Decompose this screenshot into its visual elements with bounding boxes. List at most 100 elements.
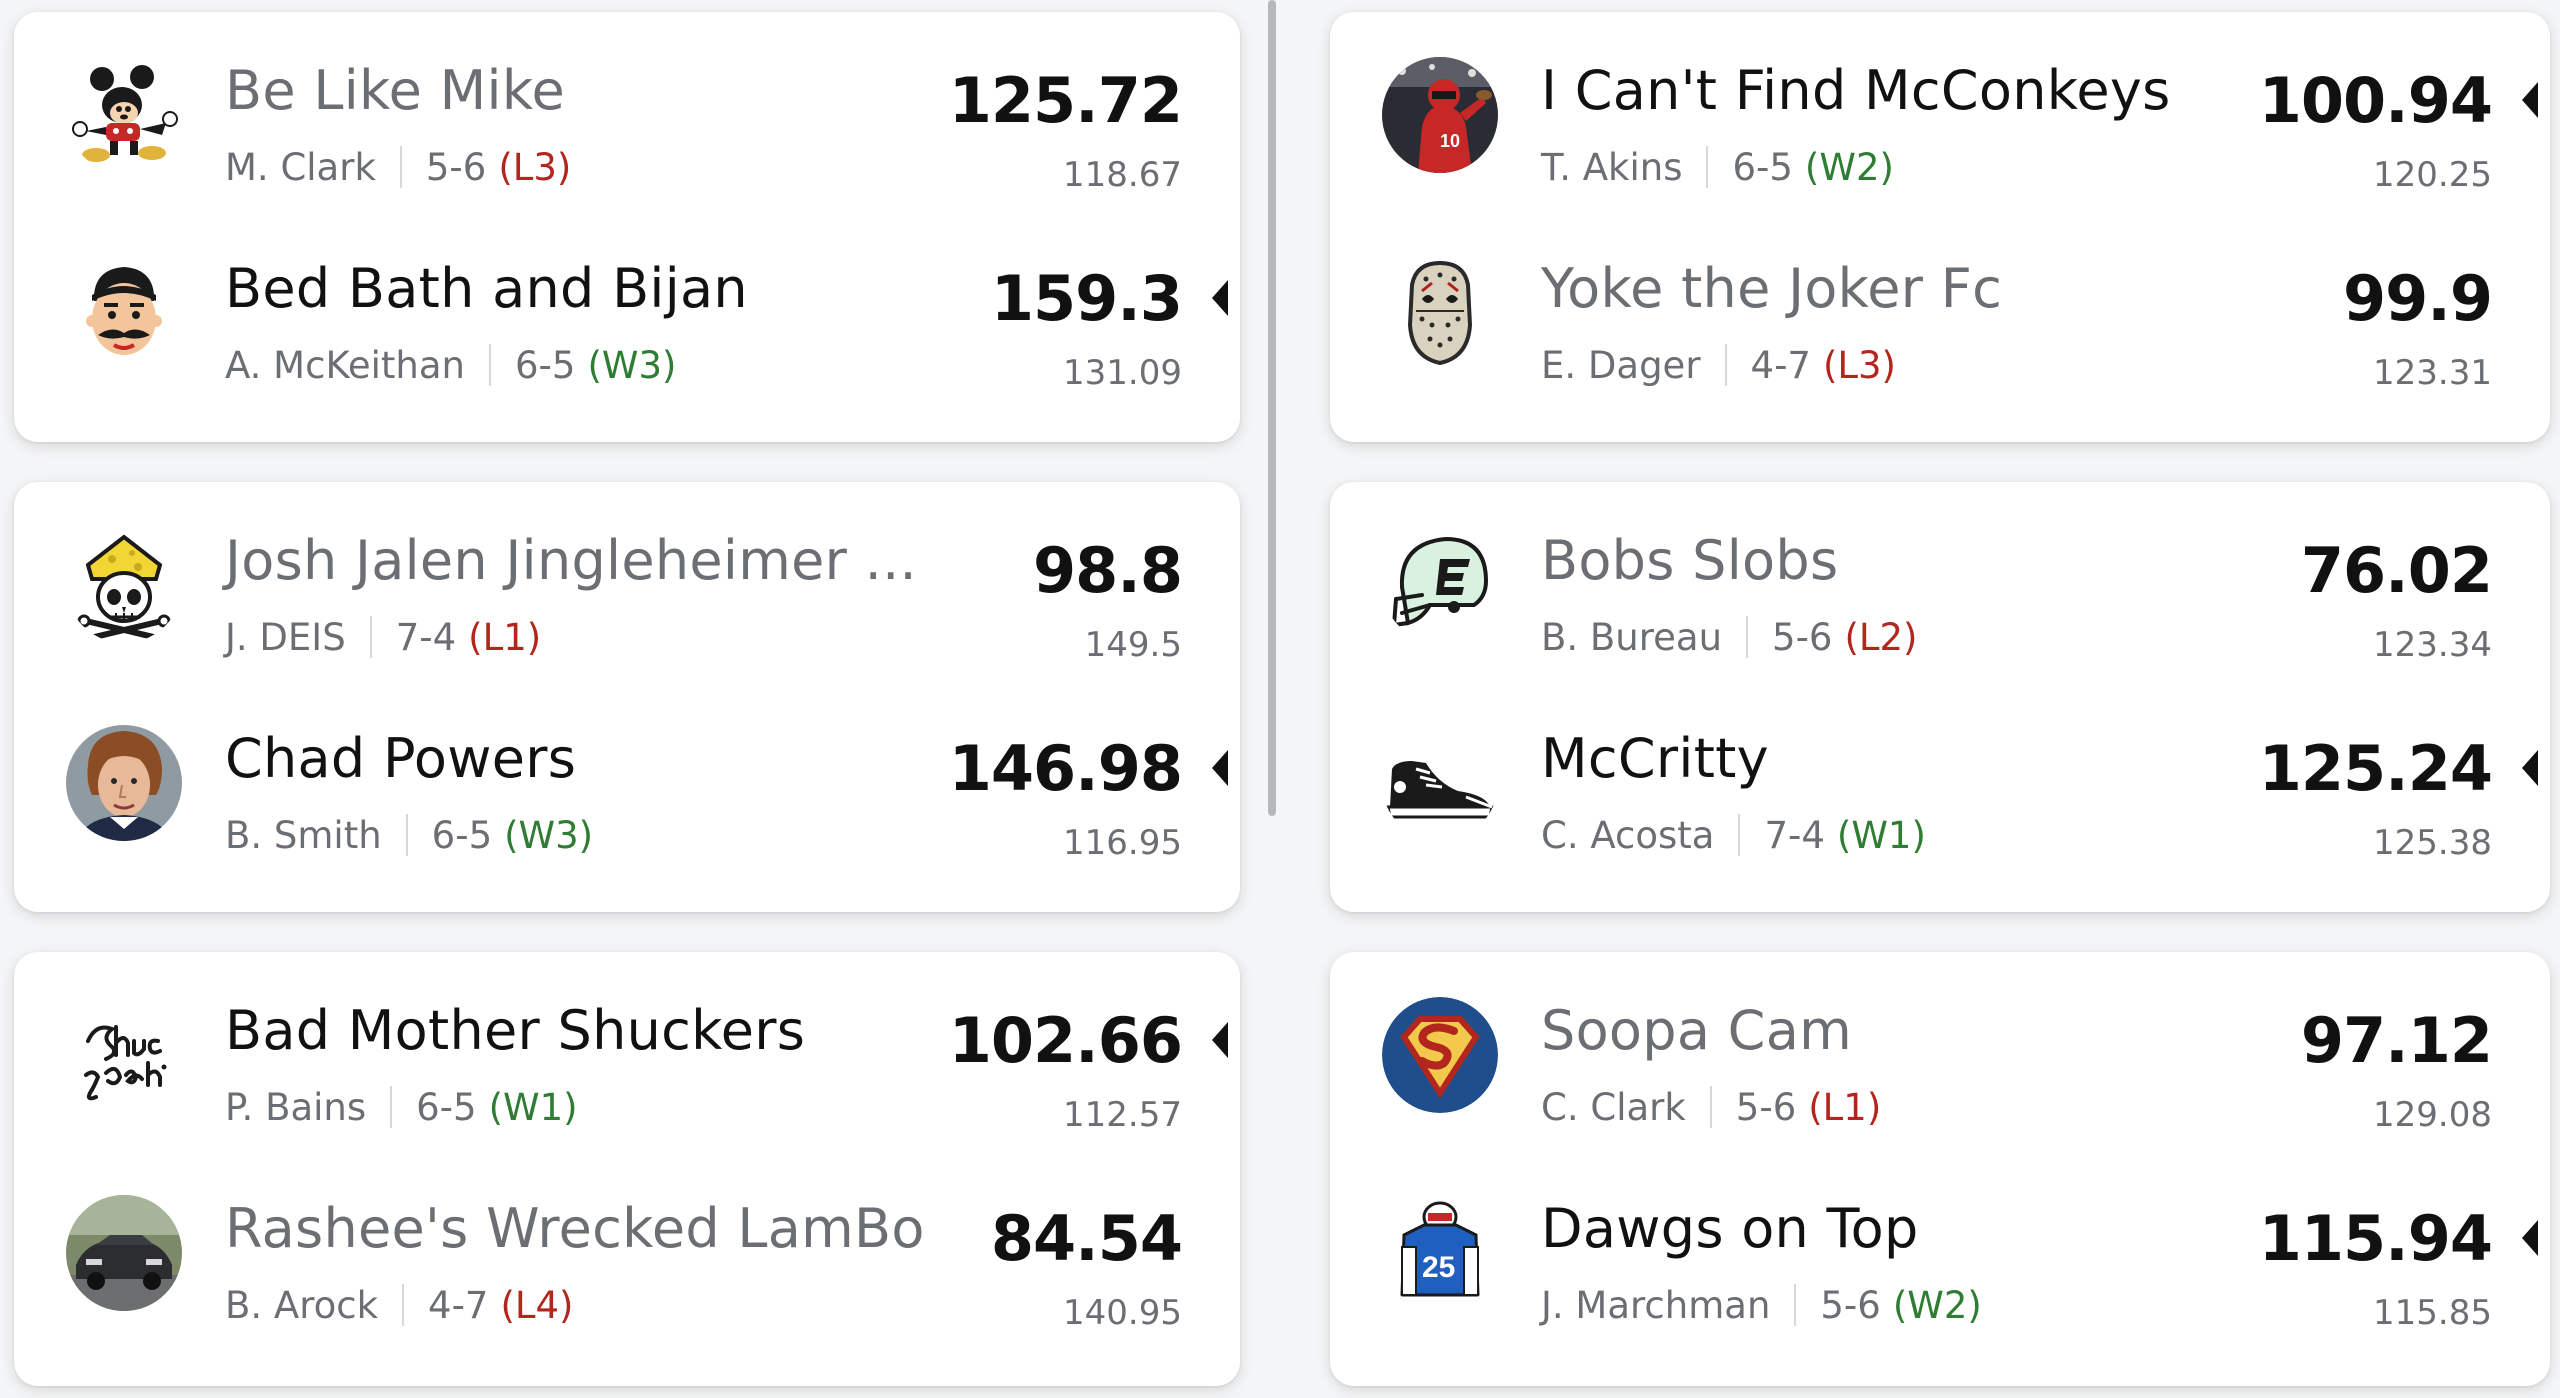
team-row[interactable]: 10 I Can't Find McConkeys T. Akins 6-5 (… (1330, 12, 2550, 212)
team-name[interactable]: Dawgs on Top (1541, 1202, 1919, 1256)
team-meta: P. Bains 6-5 (W1) (225, 1086, 578, 1128)
winner-arrow-icon (2522, 1220, 2538, 1256)
scrollbar[interactable] (1268, 0, 1276, 816)
team-row[interactable]: Chad Powers B. Smith 6-5 (W3) 146.98 116… (14, 680, 1240, 880)
team-projection: 123.34 (2373, 625, 2492, 665)
team-meta: A. McKeithan 6-5 (W3) (225, 344, 676, 386)
separator (1724, 344, 1727, 386)
streak: (W2) (1804, 145, 1894, 189)
owner-name: B. Arock (225, 1283, 379, 1327)
team-projection: 131.09 (1063, 353, 1182, 393)
winner-arrow-icon (1212, 750, 1228, 786)
football-player-photo-icon: 10 (1382, 57, 1498, 173)
team-row[interactable]: Be Like Mike M. Clark 5-6 (L3) 125.72 11… (14, 12, 1240, 212)
owner-name: C. Acosta (1541, 813, 1715, 857)
winner-arrow-icon (1212, 280, 1228, 316)
winner-arrow-icon (2522, 82, 2538, 118)
team-score: 97.12 (2300, 1004, 2493, 1077)
owner-name: C. Clark (1541, 1085, 1686, 1129)
record: 5-6 (425, 145, 487, 189)
team-name[interactable]: McCritty (1541, 732, 1769, 786)
mickey-mouse-icon (66, 57, 182, 173)
owner-name: A. McKeithan (225, 343, 465, 387)
team-score: 98.8 (1033, 534, 1183, 607)
team-row[interactable]: Yoke the Joker Fc E. Dager 4-7 (L3) 99.9… (1330, 210, 2550, 410)
team-meta: J. DEIS 7-4 (L1) (225, 616, 541, 658)
winner-arrow-icon (1212, 1022, 1228, 1058)
matchup-card[interactable]: Soopa Cam C. Clark 5-6 (L1) 97.12 129.08… (1330, 952, 2550, 1386)
separator (1709, 1086, 1712, 1128)
record: 4-7 (1750, 343, 1811, 387)
team-score: 76.02 (2300, 534, 2493, 607)
matchup-card[interactable]: Be Like Mike M. Clark 5-6 (L3) 125.72 11… (14, 12, 1240, 442)
team-score: 102.66 (948, 1004, 1183, 1077)
matchup-card[interactable]: Bad Mother Shuckers P. Bains 6-5 (W1) 10… (14, 952, 1240, 1386)
team-meta: E. Dager 4-7 (L3) (1541, 344, 1896, 386)
team-name[interactable]: Rashee's Wrecked LamBo (225, 1202, 925, 1256)
separator (390, 1086, 393, 1128)
team-meta: B. Smith 6-5 (W3) (225, 814, 593, 856)
team-row[interactable]: Rashee's Wrecked LamBo B. Arock 4-7 (L4)… (14, 1150, 1240, 1350)
owner-name: M. Clark (225, 145, 376, 189)
team-meta: M. Clark 5-6 (L3) (225, 146, 571, 188)
team-projection: 120.25 (2373, 155, 2492, 195)
separator (1706, 146, 1709, 188)
separator (399, 146, 402, 188)
record: 6-5 (515, 343, 576, 387)
team-score: 159.3 (990, 262, 1183, 335)
espn-helmet-icon (1382, 527, 1498, 643)
team-row[interactable]: Bobs Slobs B. Bureau 5-6 (L2) 76.02 123.… (1330, 482, 2550, 682)
separator (402, 1284, 405, 1326)
mustache-man-icon (66, 255, 182, 371)
team-name[interactable]: Josh Jalen Jingleheimer ... (225, 534, 917, 588)
team-score: 125.72 (948, 64, 1183, 137)
matchup-card[interactable]: 10 I Can't Find McConkeys T. Akins 6-5 (… (1330, 12, 2550, 442)
separator (489, 344, 491, 386)
team-name[interactable]: Bed Bath and Bijan (225, 262, 748, 316)
separator (1746, 616, 1749, 658)
team-projection: 116.95 (1063, 823, 1182, 863)
team-name[interactable]: Chad Powers (225, 732, 576, 786)
team-name[interactable]: I Can't Find McConkeys (1541, 64, 2171, 118)
matchup-card[interactable]: Bobs Slobs B. Bureau 5-6 (L2) 76.02 123.… (1330, 482, 2550, 912)
separator (405, 814, 408, 856)
hockey-mask-icon (1382, 255, 1498, 371)
team-meta: B. Bureau 5-6 (L2) (1541, 616, 1918, 658)
team-score: 146.98 (948, 732, 1183, 805)
streak: (L4) (500, 1283, 574, 1327)
team-row[interactable]: Soopa Cam C. Clark 5-6 (L1) 97.12 129.08 (1330, 952, 2550, 1152)
jersey-25-icon: 25 (1382, 1195, 1498, 1311)
team-projection: 125.38 (2373, 823, 2492, 863)
team-row[interactable]: McCritty C. Acosta 7-4 (W1) 125.24 125.3… (1330, 680, 2550, 880)
record: 6-5 (1732, 145, 1793, 189)
streak: (W1) (1836, 813, 1926, 857)
team-name[interactable]: Yoke the Joker Fc (1541, 262, 2002, 316)
team-name[interactable]: Bad Mother Shuckers (225, 1004, 805, 1058)
winner-arrow-icon (2522, 750, 2538, 786)
team-row[interactable]: 25 Dawgs on Top J. Marchman 5-6 (W2) 115… (1330, 1150, 2550, 1350)
team-row[interactable]: Bad Mother Shuckers P. Bains 6-5 (W1) 10… (14, 952, 1240, 1152)
team-meta: J. Marchman 5-6 (W2) (1541, 1284, 1982, 1326)
team-meta: B. Arock 4-7 (L4) (225, 1284, 574, 1326)
record: 5-6 (1735, 1085, 1797, 1129)
team-meta: T. Akins 6-5 (W2) (1541, 146, 1894, 188)
owner-name: B. Smith (225, 813, 382, 857)
record: 6-5 (416, 1085, 477, 1129)
matchup-card[interactable]: Josh Jalen Jingleheimer ... J. DEIS 7-4 … (14, 482, 1240, 912)
team-projection: 123.31 (2373, 353, 2492, 393)
record: 6-5 (431, 813, 493, 857)
team-projection: 129.08 (2373, 1095, 2492, 1135)
team-name[interactable]: Soopa Cam (1541, 1004, 1852, 1058)
team-row[interactable]: Bed Bath and Bijan A. McKeithan 6-5 (W3)… (14, 210, 1240, 410)
car-photo-icon (66, 1195, 182, 1311)
team-row[interactable]: Josh Jalen Jingleheimer ... J. DEIS 7-4 … (14, 482, 1240, 682)
record: 4-7 (428, 1283, 489, 1327)
owner-name: P. Bains (225, 1085, 367, 1129)
team-name[interactable]: Bobs Slobs (1541, 534, 1838, 588)
streak: (L1) (1808, 1085, 1882, 1129)
streak: (L3) (1822, 343, 1896, 387)
owner-name: J. DEIS (225, 615, 346, 659)
team-name[interactable]: Be Like Mike (225, 64, 565, 118)
separator (1794, 1284, 1797, 1326)
team-projection: 149.5 (1084, 625, 1182, 665)
